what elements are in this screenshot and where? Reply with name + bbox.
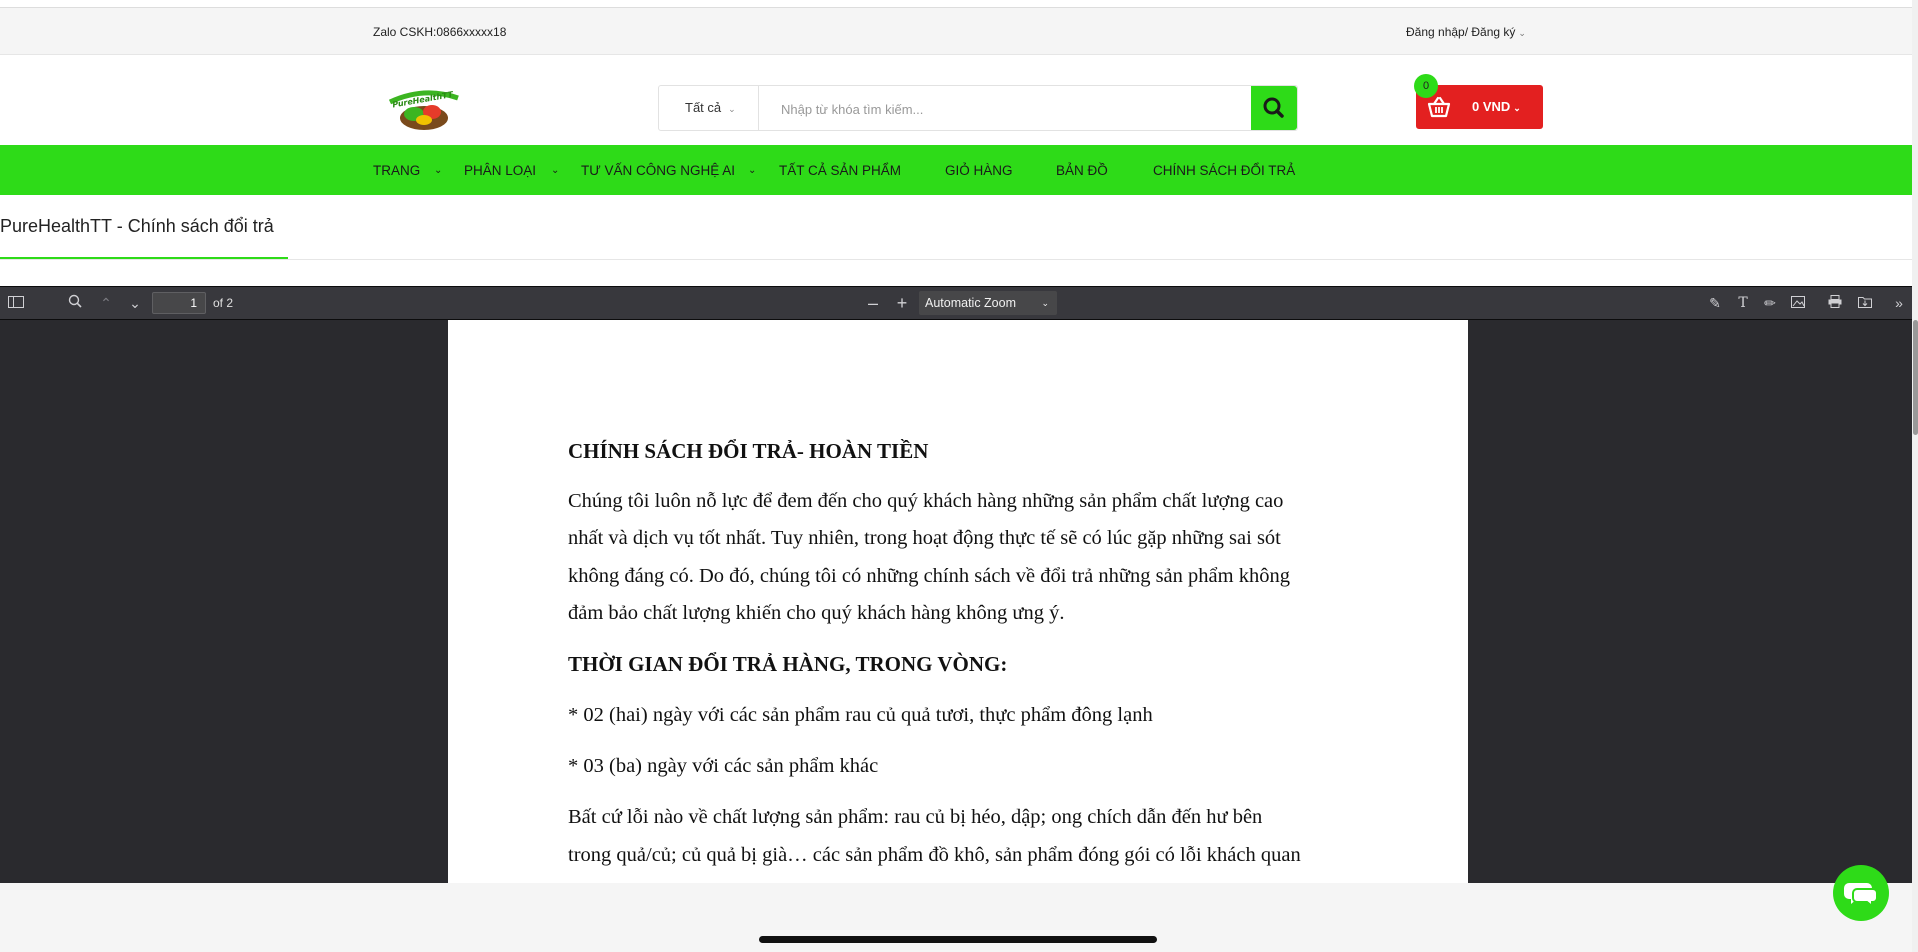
chevron-down-icon[interactable]: ⌄ bbox=[434, 145, 442, 195]
save-icon[interactable] bbox=[1852, 287, 1878, 319]
scrollbar-thumb[interactable] bbox=[1913, 320, 1918, 435]
cart-amount-label: 0 VND bbox=[1472, 99, 1511, 114]
search-icon bbox=[1263, 97, 1284, 118]
chevron-down-icon[interactable]: ⌄ bbox=[551, 145, 559, 195]
nav-item-tu-van-ai[interactable]: TƯ VẤN CÔNG NGHỆ AI bbox=[581, 145, 735, 195]
sidebar-toggle-icon[interactable] bbox=[3, 287, 29, 319]
nav-item-phan-loai[interactable]: PHÂN LOẠI bbox=[464, 145, 536, 195]
pdf-paragraph-line: đảm bảo chất lượng khiến cho quý khách h… bbox=[568, 602, 1065, 624]
nav-item-gio-hang[interactable]: GIỎ HÀNG bbox=[945, 145, 1013, 195]
page-count: of 2 bbox=[213, 296, 234, 310]
nav-item-chinh-sach-doi-tra[interactable]: CHÍNH SÁCH ĐỔI TRẢ bbox=[1153, 145, 1295, 195]
search-category-label: Tất cả bbox=[685, 100, 722, 115]
pdf-paragraph-line: trong quả/củ; củ quả bị già… các sản phẩ… bbox=[568, 844, 1301, 866]
next-page-icon[interactable]: ⌄ bbox=[122, 287, 148, 319]
divider bbox=[0, 259, 1914, 260]
search-input[interactable] bbox=[769, 86, 1213, 132]
cart-button[interactable]: 0 VND ⌄ 0 bbox=[1414, 74, 1543, 129]
page-scrollbar[interactable] bbox=[1912, 0, 1918, 952]
site-logo[interactable]: PureHealthTT bbox=[384, 88, 464, 134]
pdf-page: CHÍNH SÁCH ĐỔI TRẢ- HOÀN TIỀN Chúng tôi … bbox=[448, 320, 1468, 883]
draw-icon[interactable]: ✏ bbox=[1757, 287, 1783, 319]
chevron-down-icon: ⌄ bbox=[1513, 103, 1521, 113]
pdf-paragraph-line: không đáng có. Do đó, chúng tôi có những… bbox=[568, 565, 1290, 587]
main-nav: TRANG ⌄ PHÂN LOẠI ⌄ TƯ VẤN CÔNG NGHỆ AI … bbox=[0, 145, 1914, 195]
pdf-list-item: * 02 (hai) ngày với các sản phẩm rau củ … bbox=[568, 704, 1153, 726]
page-number-input[interactable]: 1 bbox=[152, 292, 206, 314]
pdf-heading-policy: CHÍNH SÁCH ĐỔI TRẢ- HOÀN TIỀN bbox=[568, 439, 929, 463]
nav-item-ban-do[interactable]: BẢN ĐỒ bbox=[1056, 145, 1108, 195]
zalo-support-text: Zalo CSKH:0866xxxxx18 bbox=[373, 25, 507, 39]
chevron-down-icon: ⌄ bbox=[1041, 298, 1049, 308]
search-icon[interactable] bbox=[62, 287, 88, 319]
tools-overflow-icon[interactable]: » bbox=[1886, 287, 1912, 319]
page-title: PureHealthTT - Chính sách đổi trả bbox=[0, 216, 274, 236]
chevron-down-icon[interactable]: ⌄ bbox=[748, 145, 756, 195]
pdf-list-item: * 03 (ba) ngày với các sản phẩm khác bbox=[568, 755, 879, 777]
chevron-down-icon: ⌄ bbox=[1518, 28, 1526, 38]
zoom-in-icon[interactable]: + bbox=[889, 287, 915, 319]
zoom-select[interactable]: Automatic Zoom ⌄ bbox=[919, 291, 1057, 315]
home-indicator bbox=[759, 936, 1157, 943]
login-register-label: Đăng nhập/ Đăng ký bbox=[1406, 25, 1516, 39]
login-register-link[interactable]: Đăng nhập/ Đăng ký ⌄ bbox=[1406, 25, 1526, 39]
search-button[interactable] bbox=[1251, 86, 1297, 130]
nav-item-trang[interactable]: TRANG bbox=[373, 145, 420, 195]
previous-page-icon[interactable]: ⌃ bbox=[93, 287, 119, 319]
pdf-heading-return-time: THỜI GIAN ĐỔI TRẢ HÀNG, TRONG VÒNG: bbox=[568, 652, 1008, 676]
highlight-icon[interactable]: ✎ bbox=[1702, 287, 1728, 319]
cart-amount: 0 VND ⌄ bbox=[1472, 99, 1521, 114]
pdf-paragraph-line: Chúng tôi luôn nỗ lực để đem đến cho quý… bbox=[568, 490, 1284, 512]
zoom-select-label: Automatic Zoom bbox=[925, 296, 1017, 310]
nav-item-tat-ca-san-pham[interactable]: TẤT CẢ SẢN PHẨM bbox=[779, 145, 901, 195]
cart-count-badge: 0 bbox=[1414, 74, 1438, 98]
pdf-paragraph-line: nhất và dịch vụ tốt nhất. Tuy nhiên, tro… bbox=[568, 527, 1281, 549]
chevron-down-icon: ⌄ bbox=[728, 104, 736, 114]
top-info-bar: Zalo CSKH:0866xxxxx18 Đăng nhập/ Đăng ký… bbox=[0, 8, 1914, 55]
basket-icon bbox=[1427, 96, 1451, 118]
chat-icon bbox=[1844, 883, 1878, 909]
text-tool-icon[interactable]: T bbox=[1730, 287, 1756, 319]
zoom-out-icon[interactable]: – bbox=[860, 287, 886, 319]
browser-top-strip bbox=[0, 0, 1918, 8]
image-icon[interactable] bbox=[1785, 287, 1811, 319]
pdf-viewer-area: CHÍNH SÁCH ĐỔI TRẢ- HOÀN TIỀN Chúng tôi … bbox=[0, 320, 1914, 883]
chat-button[interactable] bbox=[1833, 865, 1889, 921]
pdf-paragraph-line: Bất cứ lỗi nào về chất lượng sản phẩm: r… bbox=[568, 806, 1263, 828]
print-icon[interactable] bbox=[1822, 287, 1848, 319]
search-bar: Tất cả ⌄ bbox=[658, 85, 1298, 132]
pdf-toolbar: ⌃ ⌄ 1 of 2 – + Automatic Zoom ⌄ ✎ T ✏ » bbox=[0, 286, 1914, 320]
logo-graphic: PureHealthTT bbox=[388, 90, 459, 130]
search-category-select[interactable]: Tất cả ⌄ bbox=[659, 86, 759, 130]
